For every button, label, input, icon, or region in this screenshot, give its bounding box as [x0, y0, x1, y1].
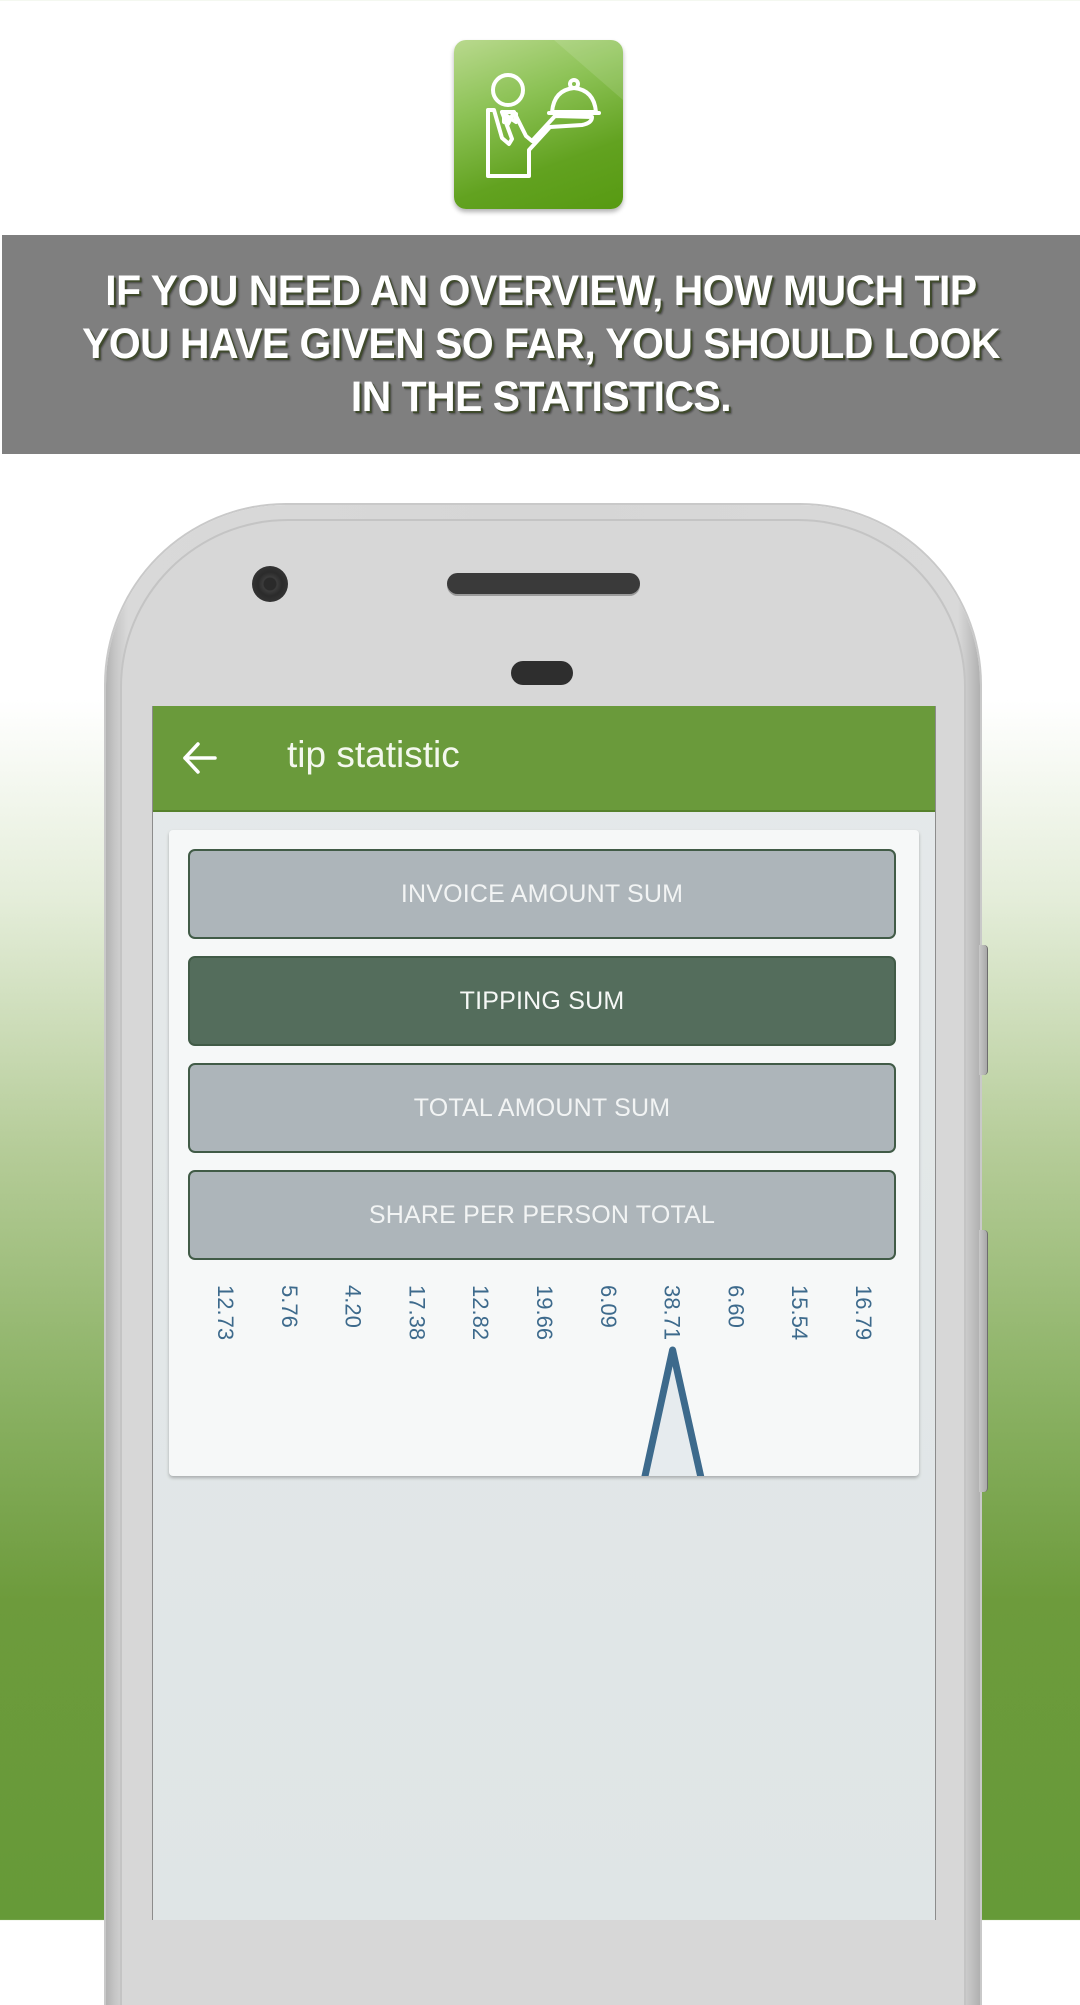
value-label-jan: 12.73 — [213, 1285, 238, 1340]
value-label-aug: 38.71 — [660, 1285, 685, 1340]
chart-area-fill — [645, 1350, 701, 1476]
value-label-june: 19.66 — [532, 1285, 557, 1340]
app-screen: tip statistic INVOICE AMOUNT SUM TIPPING… — [152, 706, 936, 1920]
app-icon — [454, 40, 623, 209]
front-camera — [252, 566, 288, 602]
value-label-oct: 15.54 — [787, 1285, 812, 1340]
chart-point-aug — [669, 1346, 677, 1354]
back-button[interactable] — [179, 738, 223, 778]
statistics-card: INVOICE AMOUNT SUM TIPPING SUM TOTAL AMO… — [169, 830, 919, 1476]
phone-volume-button — [979, 1230, 988, 1492]
chart-series-line — [641, 1349, 705, 1476]
earpiece-speaker — [447, 573, 640, 594]
app-toolbar: tip statistic — [153, 706, 935, 812]
value-label-feb: 5.76 — [277, 1285, 302, 1328]
value-label-mar: 4.20 — [341, 1285, 366, 1328]
value-label-nov: 16.79 — [851, 1285, 876, 1340]
tipping-line-chart: 12.73 5.76 4.20 17.38 12.82 19.66 6.09 38.71 6.6… — [213, 1285, 876, 1476]
value-label-april: 17.38 — [404, 1285, 429, 1340]
proximity-sensor — [511, 661, 573, 685]
value-label-sep: 6.60 — [723, 1285, 748, 1328]
value-label-july: 6.09 — [596, 1285, 621, 1328]
caption-banner: IF YOU NEED AN OVERVIEW, HOW MUCH TIP YO… — [2, 235, 1080, 454]
waiter-with-cloche-icon — [486, 40, 623, 178]
arrow-left-icon — [183, 742, 217, 774]
caption-text: IF YOU NEED AN OVERVIEW, HOW MUCH TIP YO… — [82, 267, 1000, 421]
toolbar-title: tip statistic — [287, 734, 460, 775]
value-label-may: 12.82 — [468, 1285, 493, 1340]
phone-side-button — [979, 945, 988, 1075]
